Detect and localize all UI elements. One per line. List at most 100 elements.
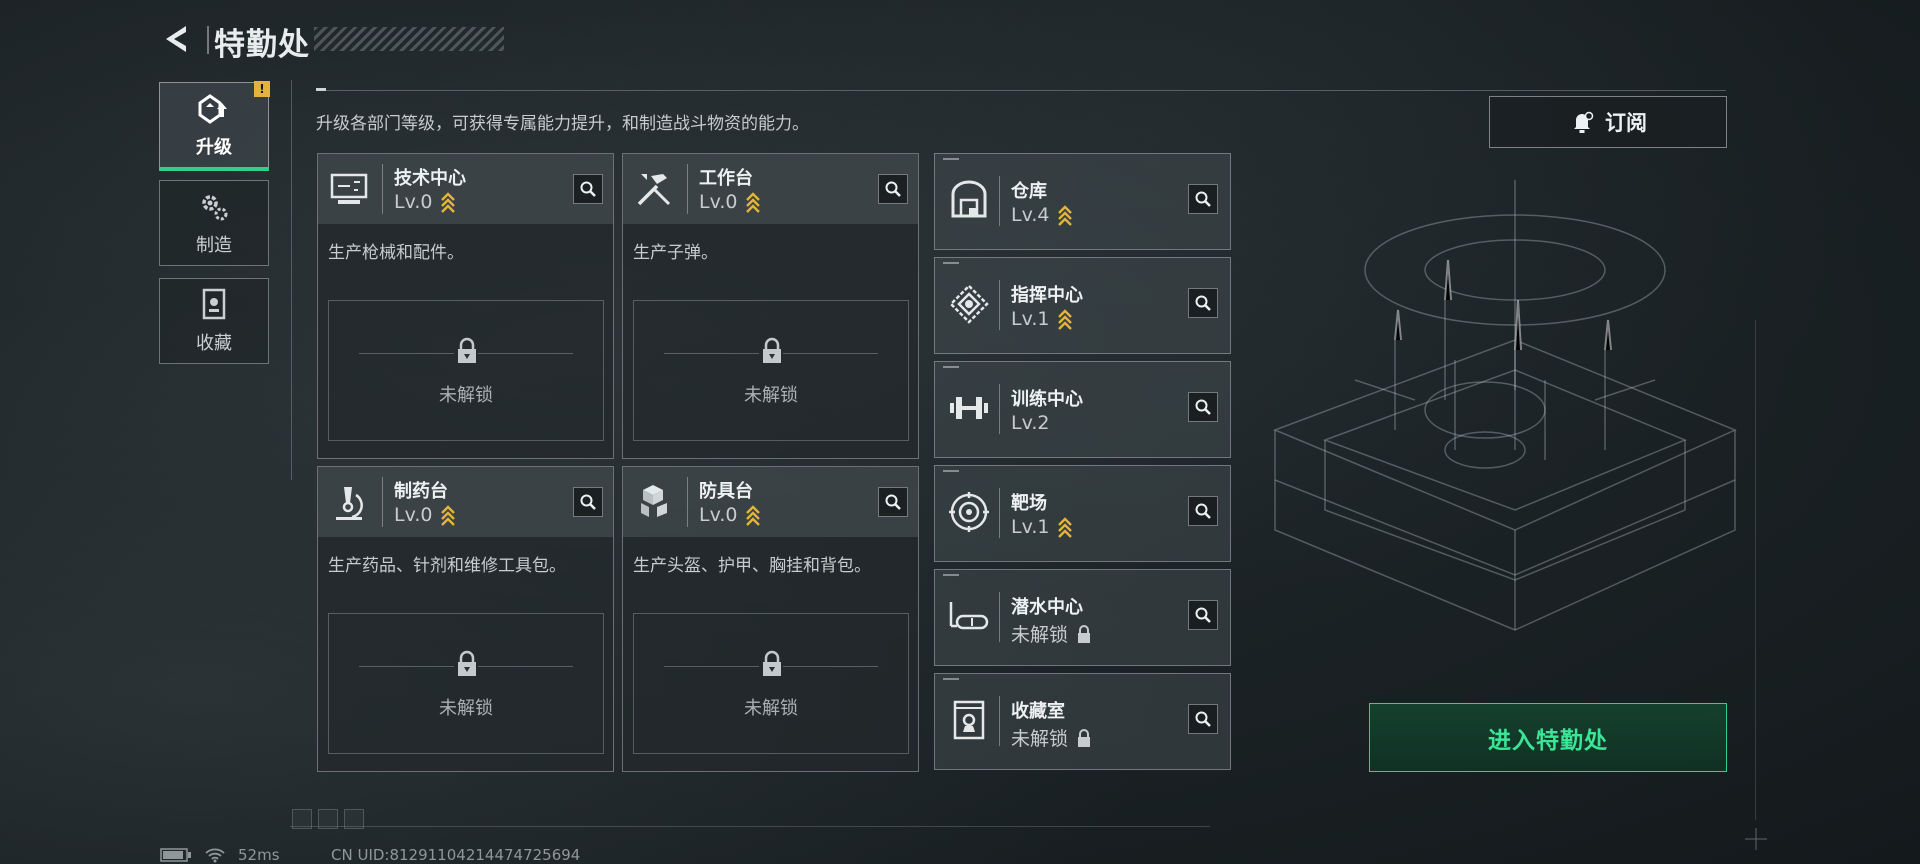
department-card-shooting-range[interactable]: 靶场 Lv.1 xyxy=(934,465,1231,562)
department-card-pharmacy[interactable]: 制药台 Lv.0 生产药品、针剂和维修工具包。 未解锁 xyxy=(317,466,614,772)
search-icon xyxy=(1195,191,1211,207)
header-rule-mark xyxy=(316,88,326,91)
status-bar: 52ms xyxy=(160,846,280,864)
divider xyxy=(783,666,878,667)
subscribe-label: 订阅 xyxy=(1605,111,1647,135)
inspect-button[interactable] xyxy=(878,487,908,517)
title-decoration xyxy=(314,27,504,51)
card-level: Lv.0 xyxy=(394,504,456,526)
crosshair-mark xyxy=(1745,828,1767,850)
card-level: 未解锁 xyxy=(1011,724,1092,751)
level-value: Lv.4 xyxy=(1011,204,1050,226)
monitor-icon xyxy=(330,173,368,204)
divider xyxy=(478,353,573,354)
search-icon xyxy=(1195,503,1211,519)
department-card-diving-center[interactable]: 潜水中心 未解锁 xyxy=(934,569,1231,666)
inspect-button[interactable] xyxy=(1188,496,1218,526)
inspect-button[interactable] xyxy=(1188,704,1218,734)
department-card-collection-room[interactable]: 收藏室 未解锁 xyxy=(934,673,1231,770)
card-header: 技术中心 Lv.0 xyxy=(318,154,613,224)
dumbbell-icon xyxy=(950,397,988,419)
divider xyxy=(478,666,573,667)
lock-icon xyxy=(763,337,781,363)
locked-slot: 未解锁 xyxy=(328,613,604,754)
upgrade-chevrons-icon xyxy=(746,505,761,526)
divider xyxy=(664,666,759,667)
department-card-training-center[interactable]: 训练中心 Lv.2 xyxy=(934,361,1231,458)
base-building-illustration xyxy=(1272,180,1737,631)
department-card-workbench[interactable]: 工作台 Lv.0 生产子弹。 未解锁 xyxy=(622,153,919,459)
lock-icon xyxy=(763,650,781,676)
card-corner-mark xyxy=(943,470,959,472)
battery-icon xyxy=(160,848,191,862)
search-icon xyxy=(1195,399,1211,415)
diving-mask-icon xyxy=(949,602,989,630)
nav-crafting[interactable]: 制造 xyxy=(159,180,269,266)
nav-upgrade[interactable]: 升级 ! xyxy=(159,81,270,171)
subscribe-button[interactable]: 订阅 xyxy=(1489,96,1727,148)
card-level: Lv.0 xyxy=(699,504,761,526)
enter-label: 进入特勤处 xyxy=(1488,727,1608,754)
card-divider xyxy=(687,164,688,214)
upgrade-chevrons-icon xyxy=(1058,205,1073,226)
card-level: Lv.4 xyxy=(1011,204,1073,226)
department-card-armor-bench[interactable]: 防具台 Lv.0 生产头盔、护甲、胸挂和背包。 未解锁 xyxy=(622,466,919,772)
card-divider xyxy=(687,477,688,527)
inspect-button[interactable] xyxy=(573,174,603,204)
level-value: Lv.1 xyxy=(1011,516,1050,538)
nav-collection[interactable]: 收藏 xyxy=(159,278,269,364)
locked-label: 未解锁 xyxy=(439,698,493,719)
card-description: 生产枪械和配件。 xyxy=(328,243,464,263)
tools-icon xyxy=(637,174,671,206)
search-icon xyxy=(580,181,596,197)
card-divider xyxy=(999,592,1000,642)
card-header: 制药台 Lv.0 xyxy=(318,467,613,537)
card-level: Lv.0 xyxy=(699,191,761,213)
collection-icon xyxy=(202,288,226,320)
divider xyxy=(359,666,454,667)
inspect-button[interactable] xyxy=(878,174,908,204)
collection-room-icon xyxy=(953,700,985,740)
level-value: Lv.0 xyxy=(394,504,433,526)
card-divider xyxy=(999,176,1000,226)
level-value: Lv.1 xyxy=(1011,308,1050,330)
back-button[interactable] xyxy=(160,22,194,56)
card-title: 仓库 xyxy=(1011,181,1047,202)
divider xyxy=(783,353,878,354)
card-corner-mark xyxy=(943,262,959,264)
level-value: Lv.0 xyxy=(699,191,738,213)
enter-special-ops-button[interactable]: 进入特勤处 xyxy=(1369,703,1727,772)
cubes-icon xyxy=(641,485,667,517)
card-title: 指挥中心 xyxy=(1011,285,1083,306)
department-card-command-center[interactable]: 指挥中心 Lv.1 xyxy=(934,257,1231,354)
inspect-button[interactable] xyxy=(573,487,603,517)
locked-slot: 未解锁 xyxy=(328,300,604,441)
inspect-button[interactable] xyxy=(1188,392,1218,422)
search-icon xyxy=(885,494,901,510)
command-center-icon xyxy=(949,284,989,324)
card-description: 生产头盔、护甲、胸挂和背包。 xyxy=(633,556,871,576)
footer-rule xyxy=(290,826,1210,827)
inspect-button[interactable] xyxy=(1188,600,1218,630)
user-id: CN UID:81291104214474725694 xyxy=(331,846,581,864)
nav-collection-label: 收藏 xyxy=(196,333,232,354)
upgrade-chevrons-icon xyxy=(441,192,456,213)
department-card-warehouse[interactable]: 仓库 Lv.4 xyxy=(934,153,1231,250)
department-card-tech-center[interactable]: 技术中心 Lv.0 生产枪械和配件。 未解锁 xyxy=(317,153,614,459)
lock-icon xyxy=(1078,728,1091,747)
nav-upgrade-label: 升级 xyxy=(196,137,232,158)
card-title: 工作台 xyxy=(699,168,753,189)
inspect-button[interactable] xyxy=(1188,184,1218,214)
locked-slot: 未解锁 xyxy=(633,613,909,754)
card-description: 生产子弹。 xyxy=(633,243,718,263)
bell-icon xyxy=(1574,111,1594,133)
search-icon xyxy=(580,494,596,510)
divider xyxy=(359,353,454,354)
inspect-button[interactable] xyxy=(1188,288,1218,318)
card-title: 潜水中心 xyxy=(1011,597,1083,618)
ping-value: 52ms xyxy=(238,846,280,864)
upgrade-chevrons-icon xyxy=(1058,309,1073,330)
lock-icon xyxy=(458,337,476,363)
search-icon xyxy=(1195,295,1211,311)
card-corner-mark xyxy=(943,678,959,680)
